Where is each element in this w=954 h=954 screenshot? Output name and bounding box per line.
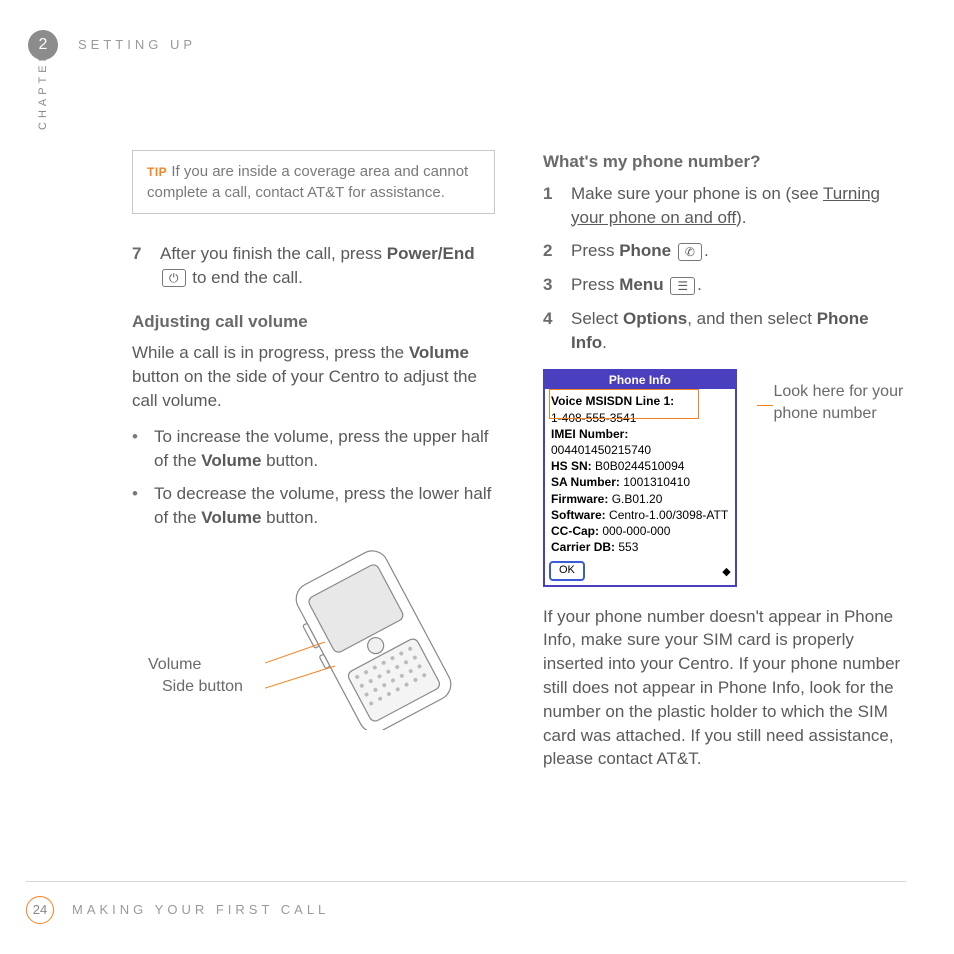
heading-adjusting-volume: Adjusting call volume <box>132 310 495 334</box>
phone-info-screenshot: Phone Info Voice MSISDN Line 1: 1-408-55… <box>543 369 737 587</box>
step-1: 1 Make sure your phone is on (see Turnin… <box>543 182 906 230</box>
after-paragraph: If your phone number doesn't appear in P… <box>543 605 906 772</box>
ok-button[interactable]: OK <box>549 561 585 580</box>
page-header: 2 SETTING UP <box>28 30 906 60</box>
step-2: 2 Press Phone ✆. <box>543 239 906 263</box>
page-footer: 24 MAKING YOUR FIRST CALL <box>26 881 906 924</box>
chapter-side-label: CHAPTER <box>36 49 51 130</box>
phone-number-value: 1-408-555-3541 <box>551 410 729 426</box>
step-3: 3 Press Menu ☰. <box>543 273 906 297</box>
footer-title: MAKING YOUR FIRST CALL <box>72 901 329 919</box>
scroll-indicator-icon: ◆ <box>722 565 730 580</box>
phone-illustration: Volume Side button <box>132 540 495 740</box>
centro-device-icon <box>265 540 475 730</box>
tip-box: TIP If you are inside a coverage area an… <box>132 150 495 214</box>
adjust-paragraph: While a call is in progress, press the V… <box>132 341 495 412</box>
step-7: 7 After you finish the call, press Power… <box>132 242 495 290</box>
bullet-increase: To increase the volume, press the upper … <box>132 425 495 473</box>
step-4: 4 Select Options, and then select Phone … <box>543 307 906 355</box>
phone-button-icon: ✆ <box>678 243 702 261</box>
tip-label: TIP <box>147 165 167 179</box>
left-column: TIP If you are inside a coverage area an… <box>132 150 495 783</box>
step-number: 7 <box>132 242 146 290</box>
label-volume: Volume <box>148 654 243 676</box>
callout-text: Look here for your phone number <box>773 381 906 426</box>
section-title: SETTING UP <box>78 36 196 54</box>
right-column: What's my phone number? 1 Make sure your… <box>543 150 906 783</box>
page-number: 24 <box>26 896 54 924</box>
callout-line <box>757 405 774 426</box>
bullet-decrease: To decrease the volume, press the lower … <box>132 482 495 530</box>
phone-info-title: Phone Info <box>545 371 735 390</box>
tip-text: If you are inside a coverage area and ca… <box>147 163 468 201</box>
label-side-button: Side button <box>162 676 243 698</box>
heading-whats-my-number: What's my phone number? <box>543 150 906 174</box>
menu-button-icon: ☰ <box>670 277 695 295</box>
power-end-icon: ⏻ <box>162 269 186 287</box>
